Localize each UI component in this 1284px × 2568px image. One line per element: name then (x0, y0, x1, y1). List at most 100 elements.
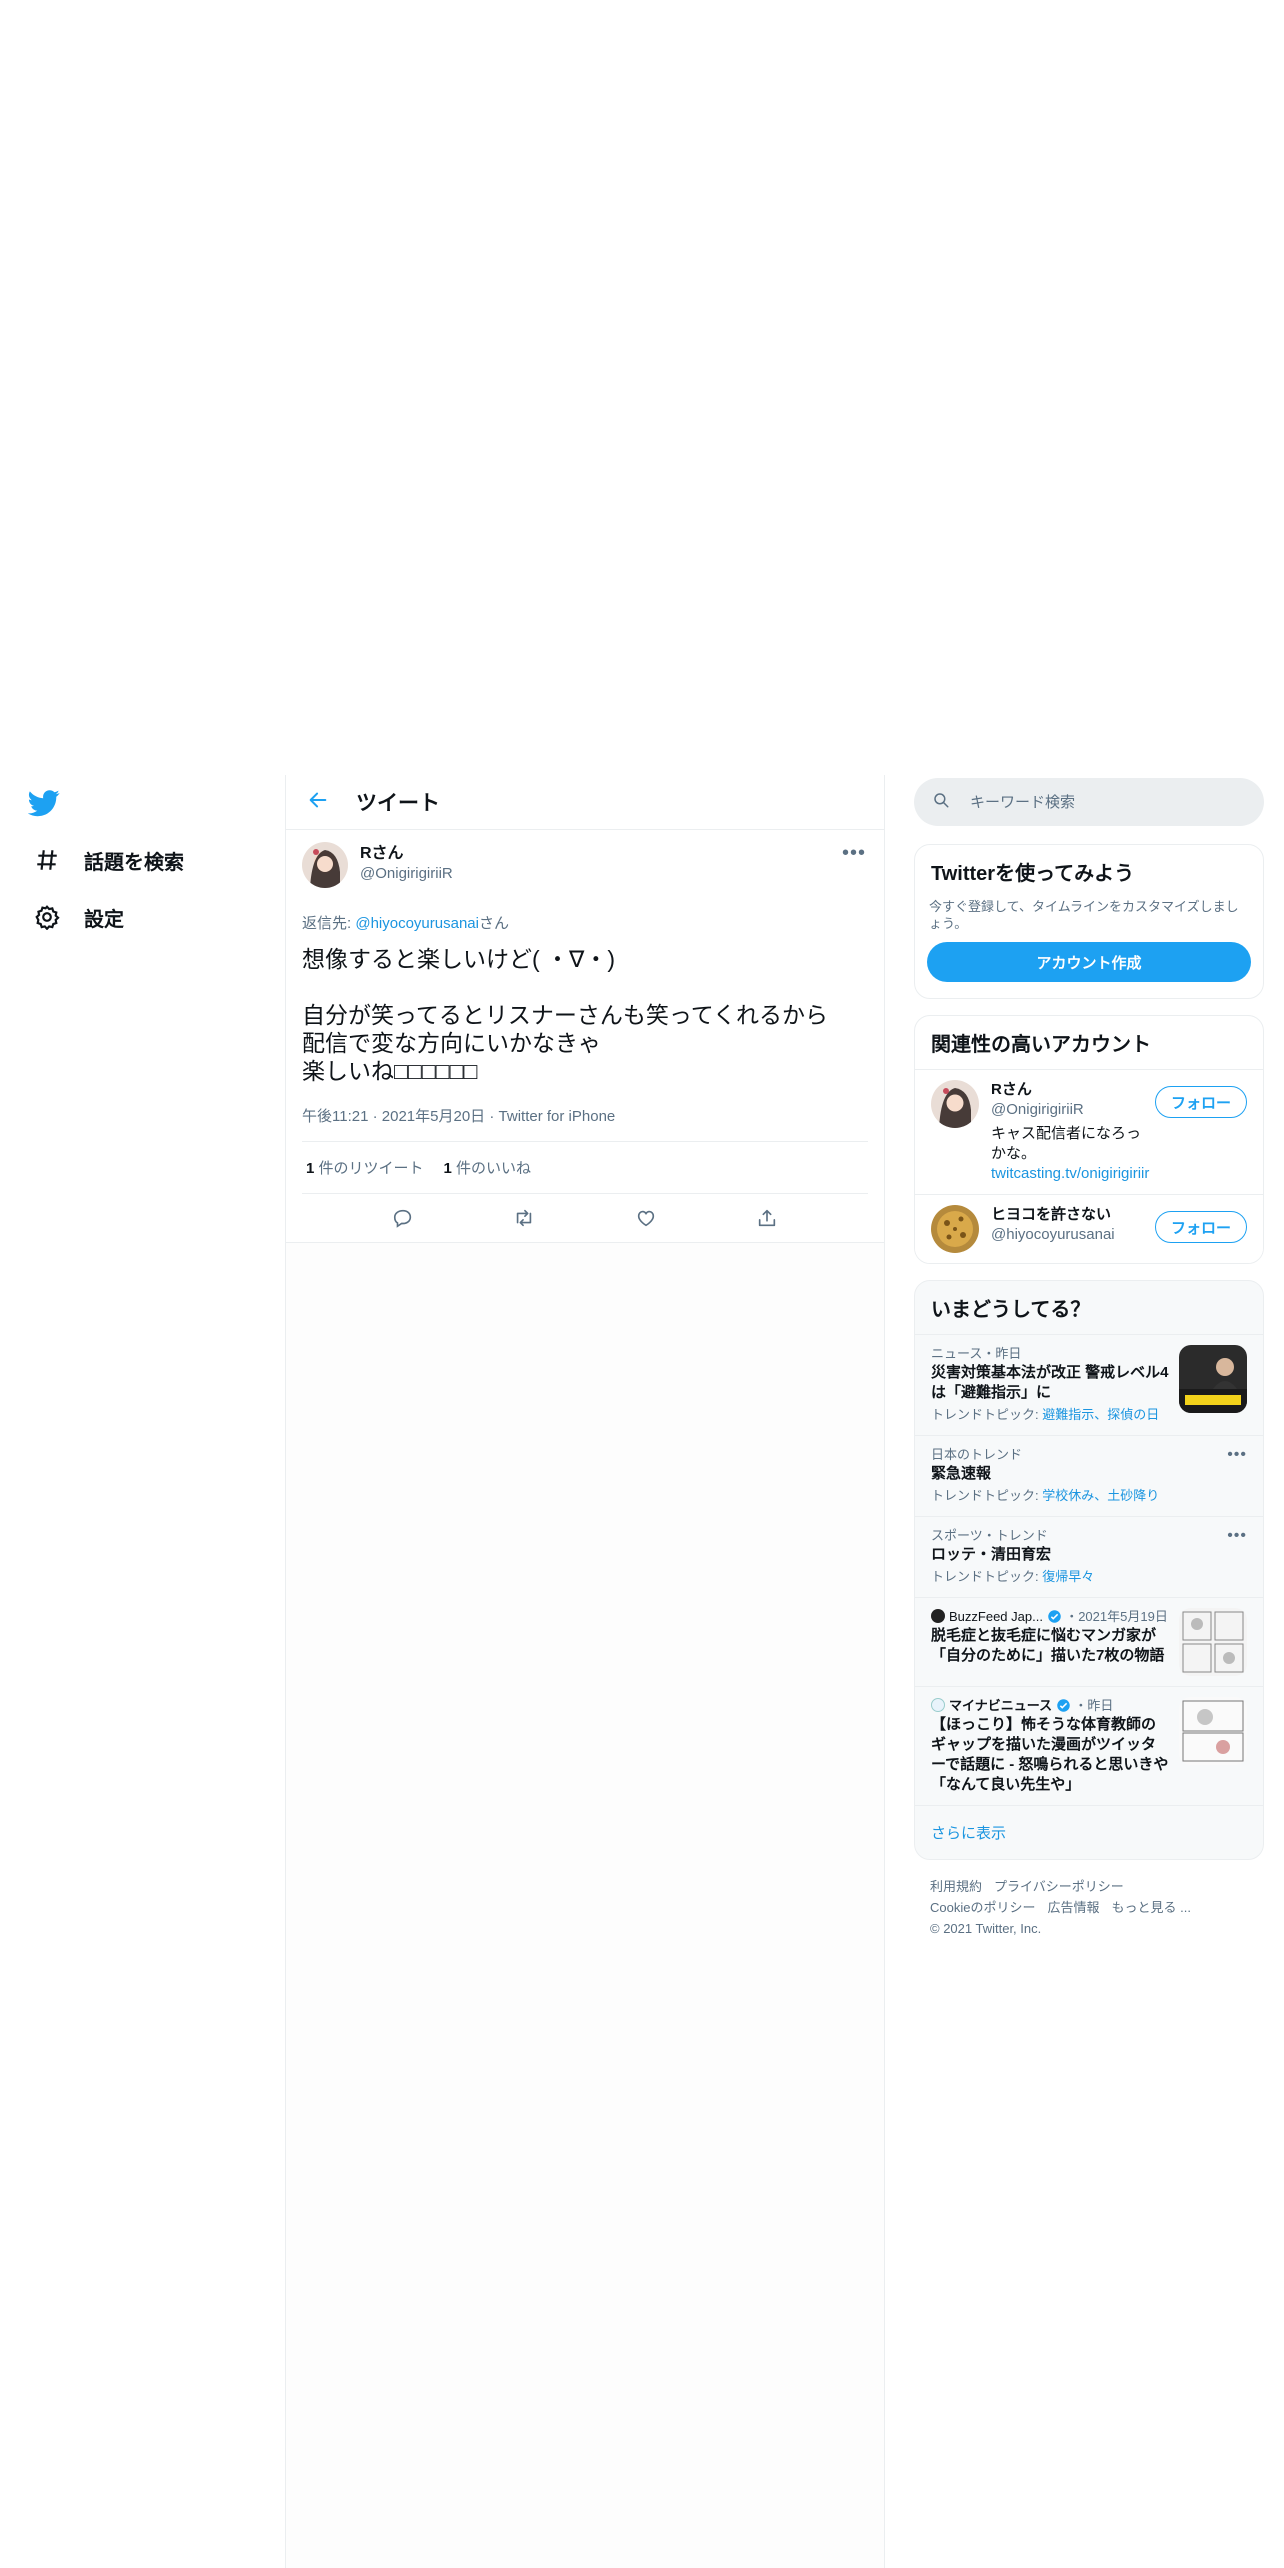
follow-button[interactable]: フォロー (1154, 1211, 1247, 1243)
account-bio-text: キャス配信者になろっかな。 (991, 1125, 1142, 1162)
like-icon[interactable] (628, 1200, 664, 1236)
twitter-bird-icon[interactable] (27, 787, 66, 817)
page-title: ツイート (356, 792, 440, 815)
retweet-icon[interactable] (506, 1200, 542, 1236)
trend-topics-prefix: トレンドトピック: (931, 1569, 1043, 1584)
trend-meta: マイナビニュース ・昨日 (931, 1697, 1169, 1715)
trend-thumbnail (1179, 1697, 1247, 1765)
trend-item[interactable]: 日本のトレンド 緊急速報 トレンドトピック: 学校休み、土砂降り ••• (915, 1435, 1263, 1516)
trend-date: ・昨日 (1074, 1698, 1114, 1713)
tweet-source: Twitter for iPhone (498, 1108, 616, 1125)
footer-link-more[interactable]: もっと見る ... (1111, 1900, 1190, 1915)
back-button[interactable] (298, 782, 338, 822)
trend-topics: トレンドトピック: 復帰早々 (931, 1567, 1227, 1587)
trend-body: ニュース・昨日 災害対策基本法が改正 警戒レベル4は「避難指示」に トレンドトピ… (931, 1345, 1169, 1425)
trend-body: マイナビニュース ・昨日 【ほっこり】怖そうな体育教師のギャップを描いた漫画がツ… (931, 1697, 1169, 1795)
trend-thumbnail (1179, 1345, 1247, 1413)
trend-meta: ニュース・昨日 (931, 1346, 1022, 1361)
share-icon[interactable] (749, 1200, 785, 1236)
account-info: ヒヨコを許さない @hiyocoyurusanai (991, 1205, 1155, 1253)
hashtag-icon (30, 843, 64, 877)
tweet-time[interactable]: 午後11:21 (302, 1108, 368, 1125)
nav-settings-label: 設定 (84, 908, 124, 931)
reply-icon[interactable] (385, 1200, 421, 1236)
footer-links: 利用規約 プライバシーポリシー Cookieのポリシー 広告情報 もっと見る ... (930, 1876, 1248, 1918)
trend-meta: スポーツ・トレンド (931, 1528, 1048, 1543)
account-info: Rさん @OnigirigiriiR キャス配信者になろっかな。 twitcast… (991, 1080, 1155, 1184)
retweets-stat[interactable]: 1 件のリツイート (306, 1157, 424, 1178)
trend-topics-links[interactable]: 復帰早々 (1042, 1569, 1094, 1584)
related-title: 関連性の高いアカウント (931, 1034, 1151, 1056)
tweet-meta: 午後11:21 · 2021年5月20日 · Twitter for iPhon… (302, 1105, 868, 1142)
trend-item[interactable]: ニュース・昨日 災害対策基本法が改正 警戒レベル4は「避難指示」に トレンドトピ… (915, 1334, 1263, 1435)
search-input[interactable] (970, 793, 1210, 811)
create-account-button[interactable]: アカウント作成 (927, 942, 1251, 982)
trend-item[interactable]: スポーツ・トレンド ロッテ・清田育宏 トレンドトピック: 復帰早々 ••• (915, 1516, 1263, 1597)
author-block[interactable]: Rさん @OnigirigiriiR (360, 844, 453, 884)
account-row[interactable]: ヒヨコを許さない @hiyocoyurusanai フォロー (915, 1194, 1263, 1263)
mynavi-logo-icon (931, 1698, 945, 1712)
trend-topics: トレンドトピック: 避難指示、探偵の日 (931, 1405, 1169, 1425)
right-sidebar: Twitterを使ってみよう 今すぐ登録して、タイムラインをカスタマイズしましょ… (914, 778, 1264, 1955)
sidebar-footer: 利用規約 プライバシーポリシー Cookieのポリシー 広告情報 もっと見る ... … (914, 1860, 1264, 1955)
search-box[interactable] (914, 778, 1264, 826)
author-handle: @OnigirigiriiR (360, 865, 453, 882)
likes-count: 1 (443, 1160, 452, 1177)
signup-title: Twitterを使ってみよう (931, 863, 1135, 885)
reply-suffix: さん (478, 915, 509, 932)
account-name: Rさん (991, 1081, 1032, 1098)
signup-card: Twitterを使ってみよう 今すぐ登録して、タイムラインをカスタマイズしましょ… (914, 844, 1264, 999)
nav-explore-label: 話題を検索 (84, 851, 184, 874)
trend-title: 災害対策基本法が改正 警戒レベル4は「避難指示」に (931, 1364, 1169, 1401)
account-handle: @hiyocoyurusanai (991, 1226, 1115, 1243)
trend-title: 脱毛症と抜毛症に悩むマンガ家が「自分のために」描いた7枚の物語 (931, 1627, 1165, 1664)
tweet-stats: 1 件のリツイート 1 件のいいね (302, 1142, 868, 1194)
account-bio-link[interactable]: twitcasting.tv/onigirigiriir (991, 1165, 1149, 1182)
reply-to: 返信先: @hiyocoyurusanaiさん (302, 912, 868, 933)
trend-topics-links[interactable]: 避難指示、探偵の日 (1042, 1407, 1159, 1422)
trend-item[interactable]: マイナビニュース ・昨日 【ほっこり】怖そうな体育教師のギャップを描いた漫画がツ… (915, 1686, 1263, 1805)
tweet-text: 想像すると楽しいけど( ・∇・) 自分が笑ってるとリスナーさんも笑ってくれるから… (302, 946, 829, 1084)
trend-topics-prefix: トレンドトピック: (931, 1407, 1043, 1422)
signup-desc: 今すぐ登録して、タイムラインをカスタマイズしましょう。 (929, 899, 1239, 931)
show-more-link[interactable]: さらに表示 (915, 1805, 1263, 1859)
footer-link-privacy[interactable]: プライバシーポリシー (994, 1879, 1124, 1894)
account-name: ヒヨコを許さない (991, 1206, 1112, 1223)
footer-link-terms[interactable]: 利用規約 (930, 1879, 982, 1894)
nav-settings[interactable]: 設定 (30, 897, 124, 937)
reply-to-link[interactable]: @hiyocoyurusanai (355, 915, 479, 932)
avatar[interactable] (302, 842, 348, 888)
trend-source: BuzzFeed Jap... (949, 1609, 1043, 1624)
trend-meta: 日本のトレンド (931, 1447, 1023, 1462)
footer-link-ads[interactable]: 広告情報 (1047, 1900, 1099, 1915)
more-options-icon[interactable]: ••• (1227, 1446, 1247, 1506)
nav-explore[interactable]: 話題を検索 (30, 840, 184, 880)
tweet-date[interactable]: 2021年5月20日 (382, 1108, 485, 1125)
account-row[interactable]: Rさん @OnigirigiriiR キャス配信者になろっかな。 twitcast… (915, 1069, 1263, 1194)
related-accounts-card: 関連性の高いアカウント Rさん @OnigirigiriiR キャス配信者になろ… (914, 1015, 1264, 1264)
more-options-icon[interactable]: ••• (1227, 1527, 1247, 1587)
trends-card: いまどうしてる？ ニュース・昨日 災害対策基本法が改正 警戒レベル4は「避難指示… (914, 1280, 1264, 1860)
footer-link-cookies[interactable]: Cookieのポリシー (930, 1900, 1035, 1915)
more-options-icon[interactable]: ••• (842, 843, 866, 863)
trend-title: 緊急速報 (931, 1465, 992, 1482)
trend-meta: BuzzFeed Jap... ・2021年5月19日 (931, 1608, 1169, 1626)
trend-body: BuzzFeed Jap... ・2021年5月19日 脱毛症と抜毛症に悩むマン… (931, 1608, 1169, 1676)
back-arrow-icon (307, 789, 329, 816)
trend-topics-prefix: トレンドトピック: (931, 1488, 1043, 1503)
trend-item[interactable]: BuzzFeed Jap... ・2021年5月19日 脱毛症と抜毛症に悩むマン… (915, 1597, 1263, 1686)
avatar[interactable] (931, 1205, 979, 1253)
likes-label: 件のいいね (451, 1160, 532, 1177)
account-handle: @OnigirigiriiR (991, 1101, 1084, 1118)
avatar[interactable] (931, 1080, 979, 1128)
copyright: © 2021 Twitter, Inc. (930, 1921, 1042, 1936)
follow-button[interactable]: フォロー (1154, 1086, 1247, 1118)
likes-stat[interactable]: 1 件のいいね (444, 1157, 532, 1178)
trend-topics: トレンドトピック: 学校休み、土砂降り (931, 1486, 1227, 1506)
trend-topics-links[interactable]: 学校休み、土砂降り (1042, 1488, 1159, 1503)
tweet: Rさん @OnigirigiriiR ••• 返信先: @hiyocoyurus… (286, 830, 884, 1243)
trend-body: 日本のトレンド 緊急速報 トレンドトピック: 学校休み、土砂降り (931, 1446, 1227, 1506)
trends-title: いまどうしてる？ (931, 1299, 1091, 1321)
trend-date: ・2021年5月19日 (1065, 1609, 1168, 1624)
main-header: ツイート (286, 775, 884, 830)
